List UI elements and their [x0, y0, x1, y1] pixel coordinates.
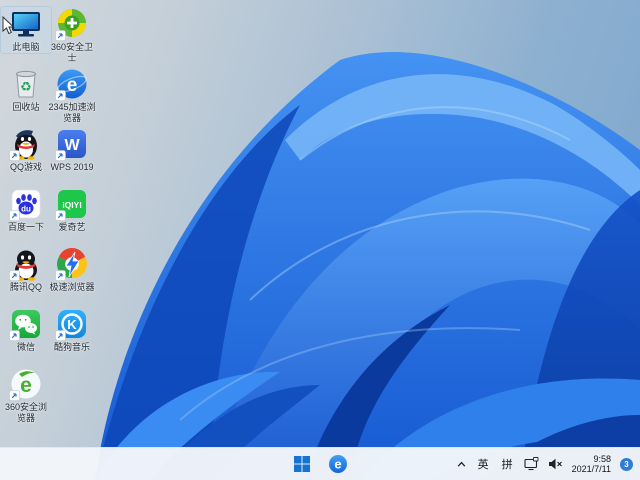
desktop-icon-qq-games[interactable]: QQ游戏 [1, 127, 51, 173]
desktop-icon-360-safe[interactable]: 360安全卫士 [47, 7, 97, 64]
tray-chevron-up-icon[interactable] [456, 459, 467, 470]
desktop-icon-label: 爱奇艺 [58, 222, 86, 232]
taskbar-e-browser-button[interactable]: e [325, 451, 351, 477]
desktop-icon-label: 极速浏览器 [49, 282, 95, 292]
desktop-icon-label: 2345加速浏览器 [48, 102, 96, 123]
clock[interactable]: 9:58 2021/7/11 [572, 454, 611, 475]
notification-badge[interactable]: 3 [620, 457, 633, 471]
desktop-icon-iqiyi[interactable]: iQIYI 爱奇艺 [47, 187, 97, 233]
wps-2019-icon: W [55, 127, 89, 161]
clock-time: 9:58 [593, 453, 611, 464]
shortcut-arrow-icon [55, 150, 66, 161]
shortcut-arrow-icon [9, 150, 20, 161]
svg-text:♻: ♻ [20, 79, 32, 94]
360-safe-icon [55, 7, 89, 41]
desktop-icon-2345-browser[interactable]: e 2345加速浏览器 [47, 67, 97, 124]
e-browser-icon: e [329, 455, 347, 473]
volume-muted-icon[interactable] [548, 458, 563, 470]
shortcut-arrow-icon [9, 390, 20, 401]
ime-english-indicator[interactable]: 英 [476, 456, 491, 472]
desktop-icon-label: WPS 2019 [50, 162, 94, 172]
tencent-qq-icon [9, 247, 43, 281]
svg-text:W: W [64, 137, 80, 154]
desktop-icon-baidu[interactable]: du 百度一下 [1, 187, 51, 233]
desktop-icon-label: 360安全浏览器 [4, 402, 48, 423]
start-button[interactable] [289, 451, 315, 477]
svg-text:e: e [334, 457, 341, 472]
desktop-icon-recycle-bin[interactable]: ♻ 回收站 [1, 67, 51, 113]
baidu-icon: du [9, 187, 43, 221]
ime-pinyin-indicator[interactable]: 拼 [500, 456, 515, 472]
shortcut-arrow-icon [55, 90, 66, 101]
speed-browser-icon [55, 247, 89, 281]
svg-text:K: K [67, 317, 77, 332]
svg-text:e: e [20, 374, 32, 397]
windows-logo-icon [294, 456, 310, 472]
shortcut-arrow-icon [55, 30, 66, 41]
desktop-icon-label: QQ游戏 [9, 162, 42, 172]
shortcut-arrow-icon [9, 210, 20, 221]
shortcut-arrow-icon [55, 330, 66, 341]
360-browser-icon: e [9, 367, 43, 401]
iqiyi-icon: iQIYI [55, 187, 89, 221]
desktop-icon-label: 微信 [16, 342, 35, 352]
shortcut-arrow-icon [9, 330, 20, 341]
taskbar-tray: 英 拼 9:58 2021/7/11 3 [456, 448, 633, 480]
this-pc-icon [9, 7, 43, 41]
desktop-icon-this-pc[interactable]: 此电脑 [0, 6, 52, 54]
2345-browser-icon: e [55, 67, 89, 101]
kugou-music-icon: K [55, 307, 89, 341]
wechat-icon [9, 307, 43, 341]
shortcut-arrow-icon [55, 270, 66, 281]
taskbar: e 英 拼 9:58 2021/7/11 3 [0, 447, 640, 480]
desktop-icon-kugou-music[interactable]: K 酷狗音乐 [47, 307, 97, 353]
clock-date: 2021/7/11 [571, 464, 611, 474]
desktop-icon-360-browser[interactable]: e 360安全浏览器 [1, 367, 51, 424]
desktop-icon-tencent-qq[interactable]: 腾讯QQ [1, 247, 51, 293]
desktop-icon-label: 此电脑 [12, 42, 40, 52]
svg-text:iQIYI: iQIYI [62, 200, 81, 210]
desktop-icon-label: 360安全卫士 [50, 42, 94, 63]
shortcut-arrow-icon [9, 270, 20, 281]
recycle-bin-icon: ♻ [9, 67, 43, 101]
desktop[interactable]: 此电脑 360安全卫士 ♻ 回收站 e 2345加速浏览器 QQ游戏 W WPS 2019 du 百… [0, 0, 640, 480]
svg-text:du: du [21, 205, 31, 214]
qq-games-icon [9, 127, 43, 161]
desktop-icon-label: 腾讯QQ [9, 282, 42, 292]
desktop-icon-wps-2019[interactable]: W WPS 2019 [47, 127, 97, 173]
desktop-icon-wechat[interactable]: 微信 [1, 307, 51, 353]
desktop-icon-label: 回收站 [12, 102, 40, 112]
network-icon[interactable] [524, 457, 539, 471]
shortcut-arrow-icon [55, 210, 66, 221]
desktop-icon-speed-browser[interactable]: 极速浏览器 [47, 247, 97, 293]
desktop-icon-label: 酷狗音乐 [53, 342, 90, 352]
desktop-icon-label: 百度一下 [7, 222, 44, 232]
taskbar-center-apps: e [289, 448, 351, 480]
